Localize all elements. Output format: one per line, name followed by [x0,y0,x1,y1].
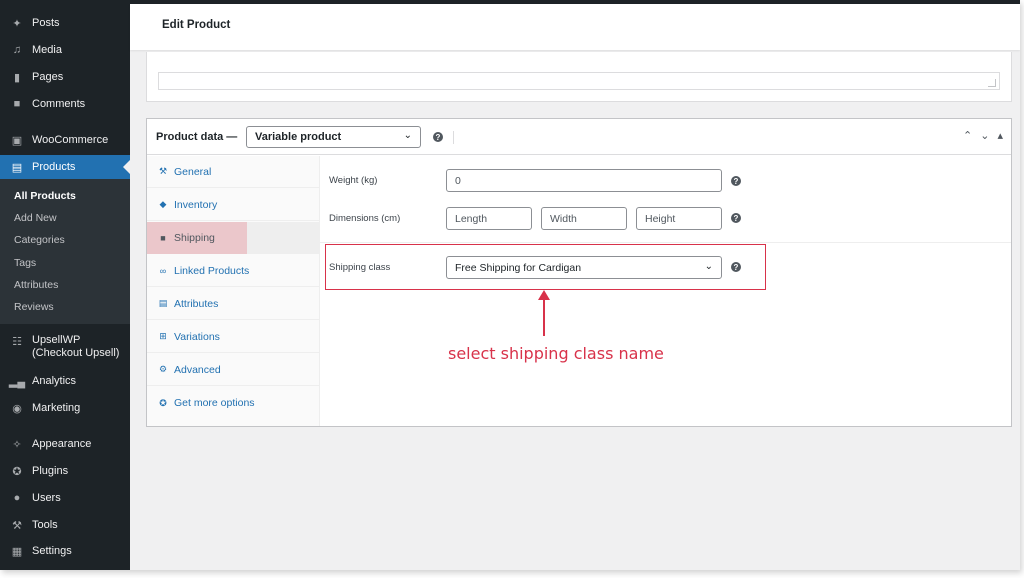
link-icon: ∞ [159,265,167,276]
length-input[interactable]: Length [446,207,532,230]
pin-icon: ✦ [12,17,22,30]
sidebar-item-tools[interactable]: ⚒ Tools [0,513,130,537]
sidebar-item-posts[interactable]: ✦ Posts [0,11,130,35]
tab-shipping[interactable]: ■ Shipping [147,222,320,254]
sidebar-item-media[interactable]: ♫ Media [0,38,130,62]
weight-label: Weight (kg) [329,175,378,186]
tab-advanced[interactable]: ⚙ Advanced [147,354,320,386]
submenu-all-products[interactable]: All Products [14,190,76,202]
dimensions-help-icon[interactable]: ? [731,213,741,223]
sidebar-item-comments[interactable]: ■ Comments [0,92,130,116]
truck-icon: ■ [160,232,166,243]
comments-icon: ■ [13,98,21,110]
sidebar-item-appearance[interactable]: ✧ Appearance [0,432,130,456]
product-type-select[interactable]: Variable product ⌄ [246,126,421,148]
annotation-arrow-icon [538,290,550,336]
sidebar-item-plugins[interactable]: ✪ Plugins [0,459,130,483]
weight-input[interactable]: 0 [446,169,722,192]
help-icon[interactable]: ? [433,132,443,142]
submenu-attributes[interactable]: Attributes [14,279,58,291]
product-data-label: Product data — [156,131,238,143]
sidebar-item-users[interactable]: ● Users [0,486,130,510]
chevron-down-icon: ⌄ [403,130,412,141]
header-divider [453,131,454,144]
collapse-icon[interactable]: ▴ [997,129,1003,142]
panel-controls: ⌃ ⌄ ▴ [963,129,1003,142]
appearance-icon: ✧ [12,438,22,451]
move-up-icon[interactable]: ⌃ [963,129,972,142]
height-input[interactable]: Height [636,207,722,230]
cart-icon: ☷ [12,335,22,348]
tab-attributes[interactable]: ▤ Attributes [147,288,320,320]
fields-divider [320,242,1011,243]
plugins-icon: ✪ [12,465,22,478]
sidebar-item-marketing[interactable]: ◉ Marketing [0,396,130,420]
shipping-class-highlight [325,244,766,290]
tab-inventory[interactable]: ◆ Inventory [147,189,320,221]
width-input[interactable]: Width [541,207,627,230]
submenu-reviews[interactable]: Reviews [14,301,54,313]
submenu-add-new[interactable]: Add New [14,212,57,224]
gear-icon: ⚙ [158,364,168,374]
page-title: Edit Product [162,19,231,31]
tab-linked-products[interactable]: ∞ Linked Products [147,255,320,287]
resize-grip-icon[interactable] [988,79,996,87]
users-icon: ● [13,492,21,504]
description-editor [146,52,1012,102]
settings-icon: ▦ [11,545,23,558]
sidebar-item-upsellwp[interactable]: ☷ UpsellWP (Checkout Upsell) [0,330,130,364]
plugin-icon: ✪ [159,397,167,408]
products-icon: ▤ [11,161,23,174]
tab-general[interactable]: ⚒ General [147,156,320,188]
media-icon: ♫ [12,44,22,56]
sidebar-item-analytics[interactable]: ▂▄ Analytics [0,369,130,393]
product-data-tabs: ⚒ General ◆ Inventory ■ Shipping ∞ Linke… [147,156,320,426]
dimensions-label: Dimensions (cm) [329,213,401,224]
marketing-icon: ◉ [12,402,22,415]
grid-icon: ⊞ [159,331,167,341]
products-submenu: All Products Add New Categories Tags Att… [0,179,130,324]
sidebar-item-products[interactable]: ▤ Products [0,155,130,179]
wrench-icon: ⚒ [158,166,168,176]
submenu-categories[interactable]: Categories [14,234,65,246]
woocommerce-icon: ▣ [11,134,23,147]
annotation-text: select shipping class name [448,344,664,363]
admin-sidebar: ✦ Posts ♫ Media ▮ Pages ■ Comments ▣ Woo… [0,0,130,570]
product-data-header: Product data — Variable product ⌄ ? ⌃ ⌄ … [147,119,1011,155]
sidebar-item-pages[interactable]: ▮ Pages [0,65,130,89]
weight-help-icon[interactable]: ? [731,176,741,186]
tab-variations[interactable]: ⊞ Variations [147,321,320,353]
tag-icon: ◆ [159,199,167,209]
submenu-tags[interactable]: Tags [14,257,36,269]
tab-get-more-options[interactable]: ✪ Get more options [147,387,320,419]
move-down-icon[interactable]: ⌄ [980,129,989,142]
sidebar-item-woocommerce[interactable]: ▣ WooCommerce [0,128,130,152]
tools-icon: ⚒ [12,519,22,532]
analytics-icon: ▂▄ [8,375,26,388]
screenshot-frame: ✦ Posts ♫ Media ▮ Pages ■ Comments ▣ Woo… [0,0,1020,570]
description-textarea[interactable] [158,72,1000,90]
page-header: Edit Product [130,4,1020,50]
sidebar-item-settings[interactable]: ▦ Settings [0,539,130,563]
pages-icon: ▮ [13,71,21,84]
list-icon: ▤ [158,298,168,308]
